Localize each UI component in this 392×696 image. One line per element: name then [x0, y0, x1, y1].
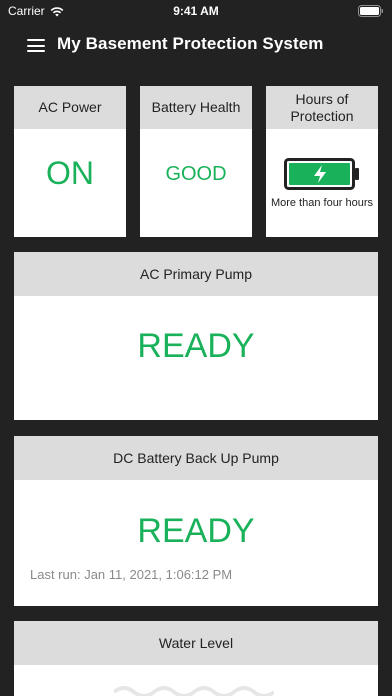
- water-wave-icon: [114, 686, 274, 696]
- nav-bar: My Basement Protection System: [0, 22, 392, 68]
- status-right: [358, 5, 384, 20]
- dc-pump-last-run: Last run: Jan 11, 2021, 1:06:12 PM: [30, 567, 233, 582]
- battery-health-label: Battery Health: [140, 86, 252, 129]
- water-level-card[interactable]: Water Level: [14, 621, 378, 696]
- battery-status-icon: [358, 5, 383, 17]
- battery-health-card[interactable]: Battery Health GOOD: [140, 86, 252, 237]
- dc-pump-label: DC Battery Back Up Pump: [14, 436, 378, 480]
- ac-power-value: ON: [46, 155, 94, 191]
- water-level-label: Water Level: [14, 621, 378, 665]
- charging-battery-icon: [284, 158, 359, 190]
- app-root: Carrier 9:41 AM My Basement Protection S…: [0, 0, 392, 696]
- page-title: My Basement Protection System: [57, 34, 324, 53]
- ac-primary-pump-card[interactable]: AC Primary Pump READY: [14, 252, 378, 420]
- menu-icon[interactable]: [27, 39, 45, 52]
- ac-power-label: AC Power: [14, 86, 126, 129]
- ac-pump-label: AC Primary Pump: [14, 252, 378, 296]
- ac-power-card[interactable]: AC Power ON: [14, 86, 126, 237]
- battery-indicator: [266, 158, 378, 190]
- battery-health-value: GOOD: [165, 163, 227, 185]
- status-bar: Carrier 9:41 AM: [0, 0, 392, 22]
- dc-backup-pump-card[interactable]: DC Battery Back Up Pump READY Last run: …: [14, 436, 378, 606]
- ac-pump-status: READY: [137, 327, 255, 365]
- hours-protection-card[interactable]: Hours of Protection More than four hours: [266, 86, 378, 237]
- hours-protection-note: More than four hours: [270, 197, 374, 209]
- hours-protection-label: Hours of Protection: [266, 86, 378, 129]
- status-time: 9:41 AM: [173, 4, 219, 18]
- dc-pump-status: READY: [137, 512, 255, 550]
